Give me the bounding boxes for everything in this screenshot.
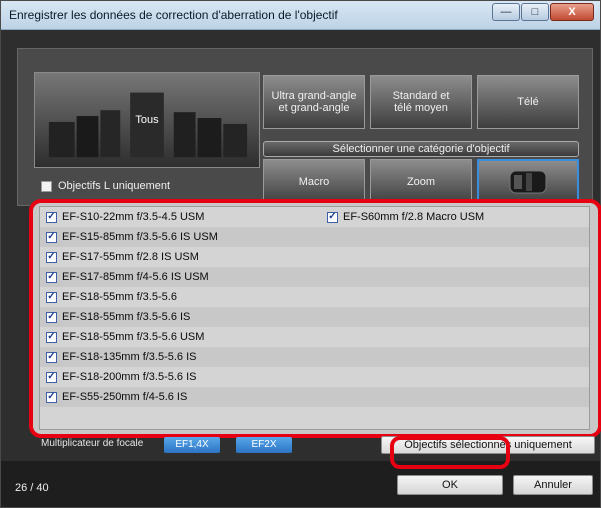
maximize-icon: □ [531, 6, 539, 18]
lens-checkbox[interactable]: ✓ [46, 271, 57, 283]
lens-item[interactable]: ✓ EF-S18-55mm f/3.5-5.6 USM [46, 331, 204, 343]
category-ultra-wide-label: Ultra grand-angle et grand-angle [271, 90, 357, 114]
category-tele-label: Télé [517, 96, 539, 108]
lens-label: EF-S60mm f/2.8 Macro USM [343, 211, 485, 223]
lens-item[interactable]: ✓ EF-S18-55mm f/3.5-5.6 [46, 291, 177, 303]
lens-item[interactable]: ✓ EF-S17-55mm f/2.8 IS USM [46, 251, 199, 263]
minimize-button[interactable]: — [492, 3, 520, 21]
lens-label: EF-S55-250mm f/4-5.6 IS [62, 391, 188, 403]
lens-label: EF-S10-22mm f/3.5-4.5 USM [62, 211, 205, 223]
lens-item[interactable]: ✓ EF-S18-135mm f/3.5-5.6 IS [46, 351, 197, 363]
title-bar: Enregistrer les données de correction d'… [1, 1, 600, 30]
category-all-button[interactable]: Tous [34, 72, 260, 168]
cancel-button[interactable]: Annuler [513, 475, 593, 495]
category-zoom-label: Zoom [406, 176, 436, 188]
category-tele-button[interactable]: Télé [477, 75, 579, 129]
lens-item[interactable]: ✓ EF-S15-85mm f/3.5-5.6 IS USM [46, 231, 218, 243]
list-row [40, 407, 589, 427]
lens-label: EF-S18-135mm f/3.5-5.6 IS [62, 351, 197, 363]
window-title: Enregistrer les données de correction d'… [9, 8, 338, 22]
dialog-body: Tous Ultra grand-angle et grand-angle St… [1, 30, 601, 507]
multiplier-label: Multiplicateur de focale [41, 438, 144, 449]
close-icon: X [568, 6, 576, 18]
lens-item[interactable]: ✓ EF-S10-22mm f/3.5-4.5 USM [46, 211, 204, 223]
lens-checkbox[interactable]: ✓ [46, 371, 57, 383]
lens-label: EF-S18-200mm f/3.5-5.6 IS [62, 371, 197, 383]
category-macro-label: Macro [298, 176, 330, 188]
lens-checkbox[interactable]: ✓ [46, 331, 57, 343]
lens-checkbox[interactable]: ✓ [327, 211, 338, 223]
minimize-icon: — [500, 6, 512, 18]
status-bar: 26 / 40 [1, 461, 600, 507]
category-select-label: Sélectionner une catégorie d'objectif [263, 141, 579, 157]
lens-checkbox[interactable]: ✓ [46, 351, 57, 363]
lens-checkbox[interactable]: ✓ [46, 211, 57, 223]
category-ultra-wide-button[interactable]: Ultra grand-angle et grand-angle [263, 75, 365, 129]
selection-count: 26 / 40 [15, 482, 49, 494]
lens-label: EF-S17-85mm f/4-5.6 IS USM [62, 271, 209, 283]
close-button[interactable]: X [550, 3, 594, 21]
lens-checkbox[interactable]: ✓ [46, 391, 57, 403]
category-all-label: Tous [135, 114, 159, 126]
l-only-checkbox[interactable] [41, 180, 52, 192]
dialog-window: Enregistrer les données de correction d'… [0, 0, 601, 508]
ok-button[interactable]: OK [397, 475, 503, 495]
lens-label: EF-S15-85mm f/3.5-5.6 IS USM [62, 231, 218, 243]
lens-list-highlight: ✓ EF-S10-22mm f/3.5-4.5 USM ✓ EF-S15-85mm … [29, 199, 601, 438]
ef14x-button[interactable]: EF1,4X [164, 437, 220, 453]
lens-item[interactable]: ✓ EF-S17-85mm f/4-5.6 IS USM [46, 271, 209, 283]
lens-label: EF-S18-55mm f/3.5-5.6 IS [62, 311, 191, 323]
ef2x-button[interactable]: EF2X [236, 437, 292, 453]
ok-highlight [390, 436, 510, 469]
l-only-option[interactable]: Objectifs L uniquement [41, 180, 170, 192]
window-controls: — □ X [492, 3, 594, 21]
l-only-label: Objectifs L uniquement [58, 180, 171, 192]
lens-icon [509, 170, 547, 194]
category-standard-label: Standard et télé moyen [392, 90, 450, 114]
lens-list[interactable]: ✓ EF-S10-22mm f/3.5-4.5 USM ✓ EF-S15-85mm … [39, 206, 590, 430]
lens-item[interactable]: ✓ EF-S55-250mm f/4-5.6 IS [46, 391, 187, 403]
lens-item[interactable]: ✓ EF-S18-55mm f/3.5-5.6 IS [46, 311, 190, 323]
lens-checkbox[interactable]: ✓ [46, 311, 57, 323]
lens-item[interactable]: ✓ EF-S18-200mm f/3.5-5.6 IS [46, 371, 197, 383]
lens-checkbox[interactable]: ✓ [46, 231, 57, 243]
category-standard-button[interactable]: Standard et télé moyen [370, 75, 472, 129]
lens-checkbox[interactable]: ✓ [46, 251, 57, 263]
lens-category-panel: Tous Ultra grand-angle et grand-angle St… [17, 48, 593, 206]
lens-label: EF-S18-55mm f/3.5-5.6 [62, 291, 177, 303]
lens-item[interactable]: ✓ EF-S60mm f/2.8 Macro USM [327, 211, 484, 223]
lens-checkbox[interactable]: ✓ [46, 291, 57, 303]
lens-label: EF-S17-55mm f/2.8 IS USM [62, 251, 199, 263]
lens-label: EF-S18-55mm f/3.5-5.6 USM [62, 331, 205, 343]
focal-multiplier-bar: Multiplicateur de focale EF1,4X EF2X Obj… [29, 436, 599, 456]
maximize-button[interactable]: □ [521, 3, 549, 21]
